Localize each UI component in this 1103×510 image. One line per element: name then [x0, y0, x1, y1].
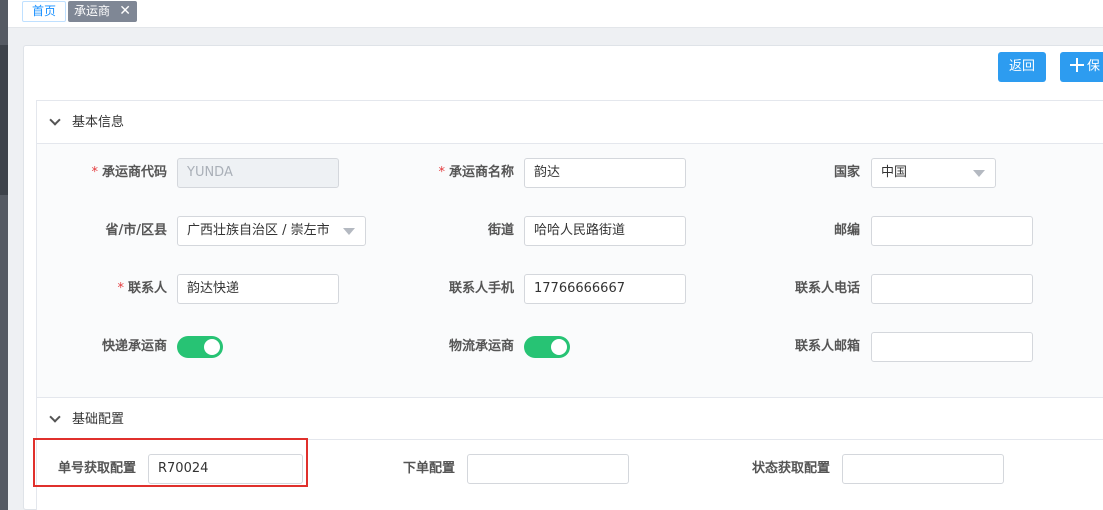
contact-phone-label: 联系人电话 — [794, 281, 860, 296]
contact-email-label: 联系人邮箱 — [794, 339, 860, 354]
contact-label: * 联系人 — [117, 281, 167, 296]
logistics-carrier-toggle[interactable] — [524, 336, 570, 358]
back-button[interactable]: 返回 — [998, 52, 1046, 82]
basic-info-header[interactable]: 基本信息 — [37, 101, 1103, 144]
carrier-name-label: * 承运商名称 — [438, 165, 514, 180]
carrier-name-input[interactable]: 韵达 — [524, 158, 686, 188]
postcode-input[interactable] — [871, 216, 1033, 246]
status-config-input[interactable] — [842, 454, 1004, 484]
chevron-down-icon — [49, 411, 61, 423]
tab-home[interactable]: 首页 — [22, 1, 66, 22]
street-label: 街道 — [487, 223, 514, 238]
sidebar-strip-dark — [0, 45, 8, 195]
express-carrier-label: 快递承运商 — [101, 339, 167, 354]
country-select-value: 中国 — [881, 165, 908, 180]
required-mark: * — [438, 165, 445, 180]
contact-input[interactable]: 韵达快递 — [177, 274, 339, 304]
sidebar-strip — [0, 0, 8, 510]
carrier-code-label: * 承运商代码 — [91, 165, 167, 180]
carrier-code-input: YUNDA — [177, 158, 339, 188]
express-carrier-toggle[interactable] — [177, 336, 223, 358]
tab-bar: 首页 承运商 ✕ — [8, 0, 1103, 28]
postcode-label: 邮编 — [833, 223, 860, 238]
close-icon[interactable]: ✕ — [119, 2, 131, 20]
plus-icon — [1070, 58, 1084, 72]
contact-phone-input[interactable] — [871, 274, 1033, 304]
tab-carrier[interactable]: 承运商 ✕ — [68, 1, 137, 22]
required-mark: * — [117, 281, 124, 296]
save-button[interactable]: 保 — [1060, 52, 1103, 82]
region-cascader[interactable]: 广西壮族自治区 / 崇左市 — [177, 216, 366, 246]
contact-mobile-label: 联系人手机 — [448, 281, 514, 296]
contact-email-input[interactable] — [871, 332, 1033, 362]
country-label: 国家 — [833, 165, 860, 180]
basic-info-body: * 承运商代码 YUNDA * 承运商名称 韵达 国家 中国 省/市/区县 广西壮族… — [37, 144, 1103, 397]
required-mark: * — [91, 165, 98, 180]
region-label: 省/市/区县 — [105, 223, 168, 238]
basic-info-title: 基本信息 — [72, 115, 125, 130]
status-config-label: 状态获取配置 — [751, 461, 830, 476]
region-cascader-value: 广西壮族自治区 / 崇左市 — [187, 223, 330, 238]
logistics-carrier-label: 物流承运商 — [448, 339, 514, 354]
highlight-box — [33, 438, 308, 487]
toggle-knob — [551, 339, 567, 355]
chevron-down-icon — [49, 114, 61, 126]
country-select[interactable]: 中国 — [871, 158, 996, 188]
save-button-label: 保 — [1087, 59, 1101, 74]
street-input[interactable]: 哈哈人民路街道 — [524, 216, 686, 246]
tab-carrier-label: 承运商 — [74, 4, 111, 18]
order-config-label: 下单配置 — [402, 461, 455, 476]
basic-config-title: 基础配置 — [72, 412, 125, 427]
order-config-input[interactable] — [467, 454, 629, 484]
basic-config-header[interactable]: 基础配置 — [37, 397, 1103, 440]
contact-mobile-input[interactable]: 17766666667 — [524, 274, 686, 304]
toggle-knob — [204, 339, 220, 355]
